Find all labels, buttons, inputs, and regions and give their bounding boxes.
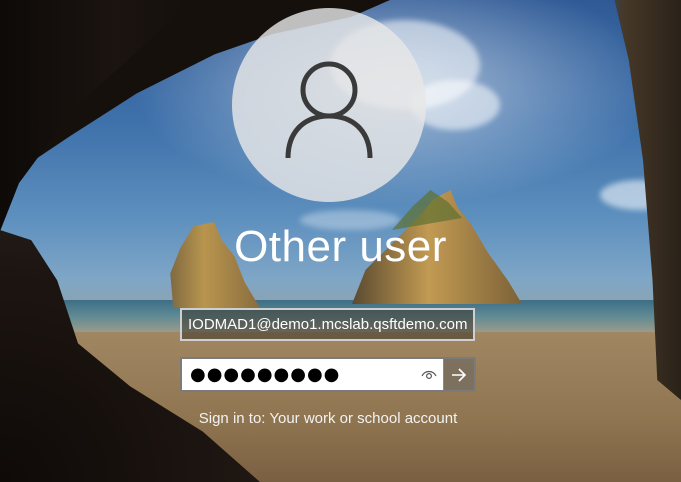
username-input[interactable]: IODMAD1@demo1.mcslab.qsftdemo.com xyxy=(180,308,475,341)
user-avatar xyxy=(232,8,426,202)
user-display-name: Other user xyxy=(234,222,447,271)
password-input[interactable]: ●●●●●●●●● xyxy=(182,359,443,390)
arrow-right-icon xyxy=(452,367,467,382)
password-row: ●●●●●●●●● xyxy=(180,357,476,392)
submit-button[interactable] xyxy=(443,359,474,390)
user-icon xyxy=(285,61,373,159)
password-masked-value: ●●●●●●●●● xyxy=(190,364,341,385)
eye-icon[interactable] xyxy=(421,369,437,381)
signin-target-text: Sign in to: Your work or school account xyxy=(198,410,458,427)
